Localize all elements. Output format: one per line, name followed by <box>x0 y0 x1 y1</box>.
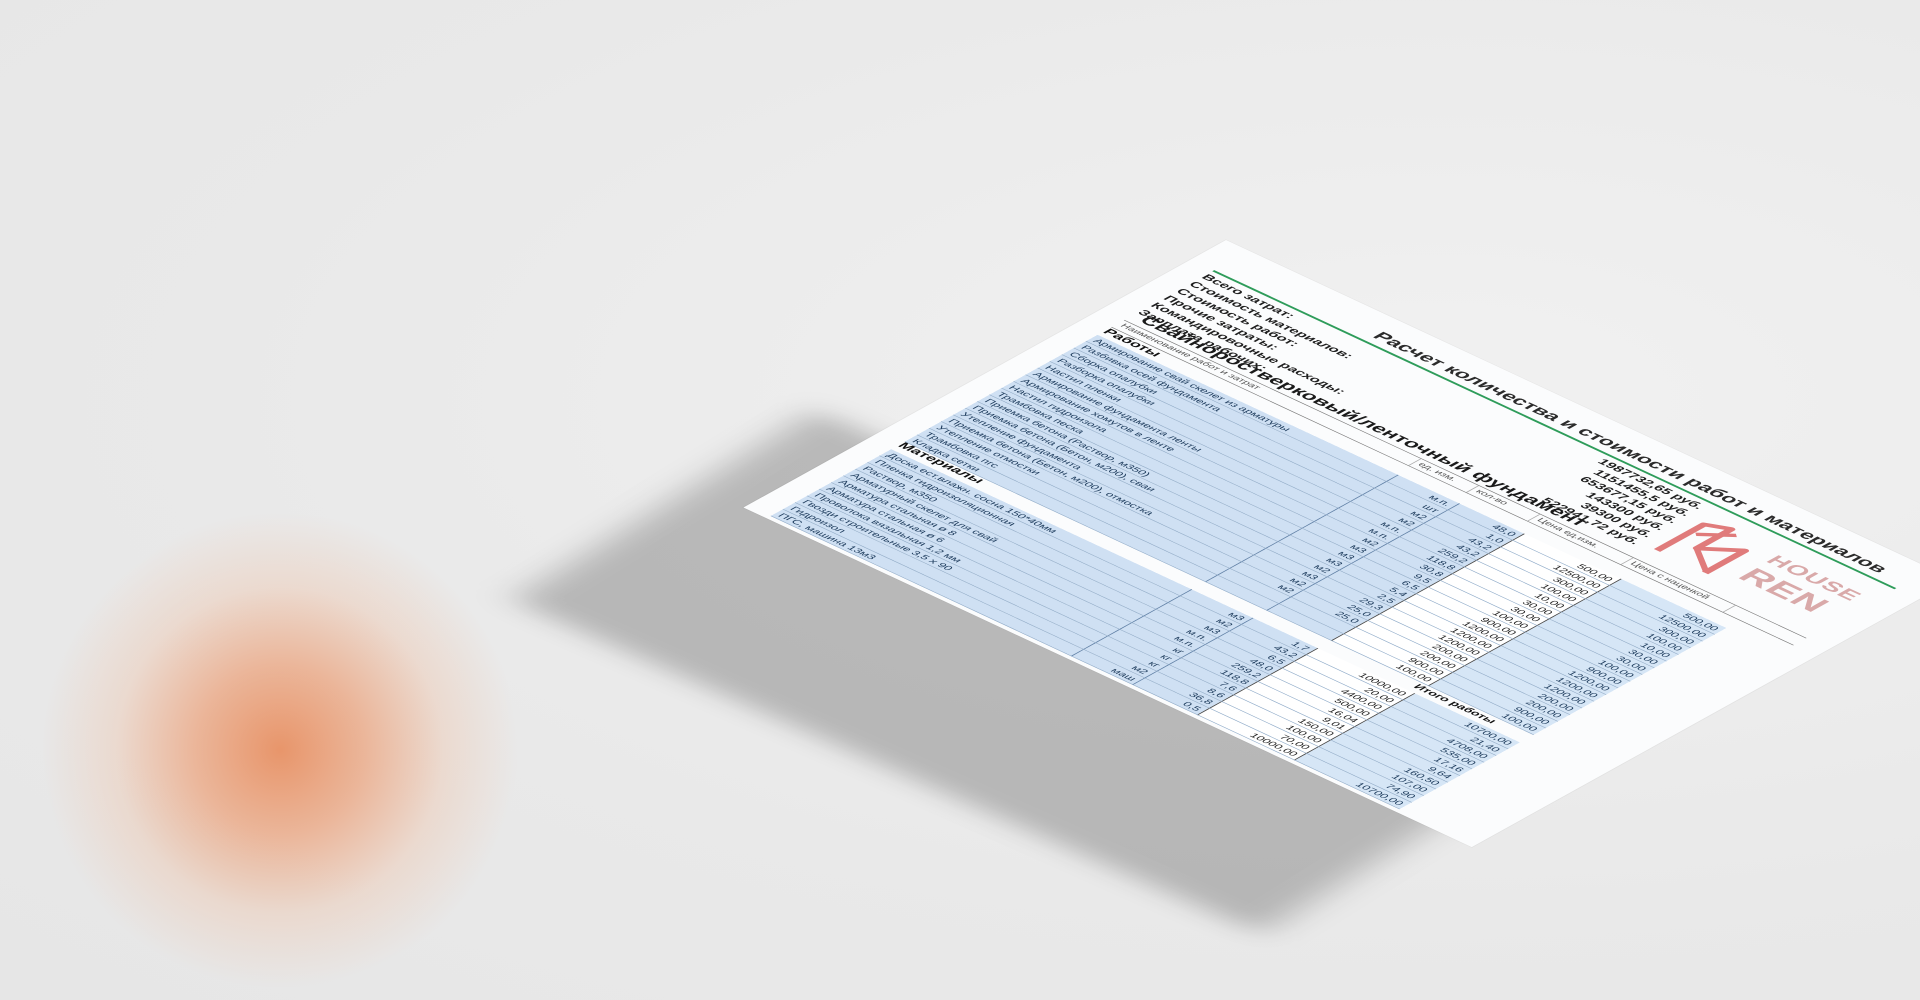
orange-glow-decoration <box>40 510 520 990</box>
scene-background: Расчет количества и стоимости работ и ма… <box>0 0 1920 1000</box>
